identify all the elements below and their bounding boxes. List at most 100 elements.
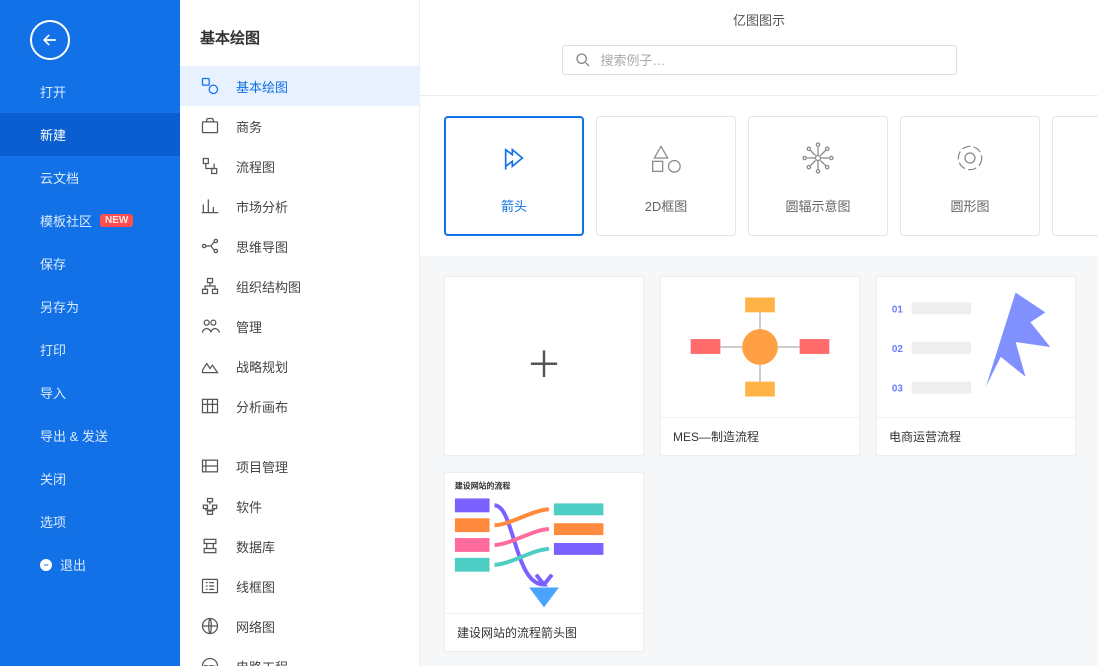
- template-card-grid: ＋ MES—制造流程 010203电商运营流程建设网站的流程建设网站的流程箭头图: [420, 256, 1098, 666]
- content-scroll[interactable]: 箭头 2D框图 圆辐示意图圆形图 列 ＋ MES—制造流程 010203电商运营流程建设网…: [420, 95, 1098, 666]
- sidebar-item-2[interactable]: 云文档: [0, 156, 180, 199]
- template-card-label: MES—制造流程: [661, 417, 859, 455]
- search-icon: [575, 52, 591, 68]
- template-type-tile[interactable]: 2D框图: [596, 116, 736, 236]
- category-item[interactable]: 流程图: [180, 146, 419, 186]
- category-label: 网络图: [236, 617, 275, 636]
- search-input[interactable]: [601, 53, 944, 68]
- sidebar-item-3[interactable]: 模板社区 NEW: [0, 199, 180, 242]
- category-icon: [200, 196, 220, 216]
- sidebar-item-label: 新建: [40, 125, 66, 144]
- back-arrow-icon: [40, 30, 60, 50]
- template-thumbnail: 建设网站的流程: [445, 473, 643, 613]
- category-label: 组织结构图: [236, 277, 301, 296]
- category-item[interactable]: 项目管理: [180, 446, 419, 486]
- category-label: 流程图: [236, 157, 275, 176]
- category-item[interactable]: 商务: [180, 106, 419, 146]
- template-thumbnail: [661, 277, 859, 417]
- sidebar-item-0[interactable]: 打开: [0, 70, 180, 113]
- search-input-wrapper[interactable]: [562, 45, 957, 75]
- category-icon: [200, 656, 220, 666]
- svg-text:01: 01: [892, 304, 903, 315]
- template-thumbnail: 010203: [877, 277, 1075, 417]
- new-blank-card[interactable]: ＋: [444, 276, 644, 456]
- category-item[interactable]: 网络图: [180, 606, 419, 646]
- sidebar-item-label: 云文档: [40, 168, 79, 187]
- sidebar-item-label: 关闭: [40, 469, 66, 488]
- sidebar-item-6[interactable]: 打印: [0, 328, 180, 371]
- sidebar-item-label: 选项: [40, 512, 66, 531]
- template-type-tile[interactable]: 圆形图: [900, 116, 1040, 236]
- sidebar-item-label: 模板社区: [40, 211, 92, 230]
- template-type-tile[interactable]: 箭头: [444, 116, 584, 236]
- category-item[interactable]: 电路工程: [180, 646, 419, 666]
- template-card[interactable]: 010203电商运营流程: [876, 276, 1076, 456]
- sidebar-item-label: 另存为: [40, 297, 79, 316]
- category-icon: [200, 276, 220, 296]
- sidebar-item-label: 导入: [40, 383, 66, 402]
- category-label: 电路工程: [236, 657, 288, 666]
- category-label: 数据库: [236, 537, 275, 556]
- sidebar-item-label: 打开: [40, 82, 66, 101]
- category-icon: [200, 116, 220, 136]
- back-button[interactable]: [30, 20, 70, 60]
- tile-icon: [950, 138, 990, 178]
- category-label: 战略规划: [236, 357, 288, 376]
- sidebar-item-label: 打印: [40, 340, 66, 359]
- new-badge: NEW: [100, 214, 133, 227]
- sidebar-item-8[interactable]: 导出 & 发送: [0, 414, 180, 457]
- sidebar-item-7[interactable]: 导入: [0, 371, 180, 414]
- category-label: 思维导图: [236, 237, 288, 256]
- category-item[interactable]: 市场分析: [180, 186, 419, 226]
- sidebar-item-4[interactable]: 保存: [0, 242, 180, 285]
- category-icon: [200, 396, 220, 416]
- category-icon: [200, 536, 220, 556]
- sidebar-item-11[interactable]: −退出: [0, 543, 180, 586]
- tile-icon: [494, 138, 534, 178]
- category-item[interactable]: 线框图: [180, 566, 419, 606]
- template-card-label: 电商运营流程: [877, 417, 1075, 455]
- category-label: 线框图: [236, 577, 275, 596]
- category-item[interactable]: 数据库: [180, 526, 419, 566]
- category-icon: [200, 496, 220, 516]
- category-item[interactable]: 基本绘图: [180, 66, 419, 106]
- template-type-tile[interactable]: 列: [1052, 116, 1098, 236]
- tile-icon: [798, 138, 838, 178]
- category-icon: [200, 356, 220, 376]
- sidebar-item-1[interactable]: 新建: [0, 113, 180, 156]
- category-icon: [200, 316, 220, 336]
- category-icon: [200, 576, 220, 596]
- category-icon: [200, 156, 220, 176]
- template-type-tile[interactable]: 圆辐示意图: [748, 116, 888, 236]
- category-item[interactable]: 组织结构图: [180, 266, 419, 306]
- tile-icon: [646, 138, 686, 178]
- template-card[interactable]: MES—制造流程: [660, 276, 860, 456]
- sidebar-item-label: 保存: [40, 254, 66, 273]
- sidebar-item-5[interactable]: 另存为: [0, 285, 180, 328]
- category-item[interactable]: 战略规划: [180, 346, 419, 386]
- category-item[interactable]: 管理: [180, 306, 419, 346]
- sidebar-item-9[interactable]: 关闭: [0, 457, 180, 500]
- sidebar-item-label: 退出: [60, 555, 86, 574]
- category-label: 管理: [236, 317, 262, 336]
- category-label: 分析画布: [236, 397, 288, 416]
- tile-label: 箭头: [501, 196, 527, 215]
- sidebar-item-10[interactable]: 选项: [0, 500, 180, 543]
- category-icon: [200, 236, 220, 256]
- template-type-row: 箭头 2D框图 圆辐示意图圆形图 列: [420, 95, 1098, 256]
- sidebar: 打开新建云文档模板社区 NEW 保存另存为打印导入导出 & 发送关闭选项 −退出: [0, 0, 180, 666]
- tile-label: 2D框图: [645, 196, 688, 215]
- search-bar: [420, 29, 1098, 95]
- main-area: 亿图图示 箭头2D框图圆辐示意图圆形图列 ＋MES—制造流程010203电商运营…: [420, 0, 1098, 666]
- template-card-label: 建设网站的流程箭头图: [445, 613, 643, 651]
- tile-label: 圆形图: [950, 196, 989, 215]
- category-label: 商务: [236, 117, 262, 136]
- category-label: 软件: [236, 497, 262, 516]
- category-item[interactable]: 思维导图: [180, 226, 419, 266]
- category-icon: [200, 456, 220, 476]
- template-card[interactable]: 建设网站的流程建设网站的流程箭头图: [444, 472, 644, 652]
- category-title: 基本绘图: [180, 0, 419, 66]
- category-item[interactable]: 分析画布: [180, 386, 419, 426]
- category-item[interactable]: 软件: [180, 486, 419, 526]
- category-icon: [200, 616, 220, 636]
